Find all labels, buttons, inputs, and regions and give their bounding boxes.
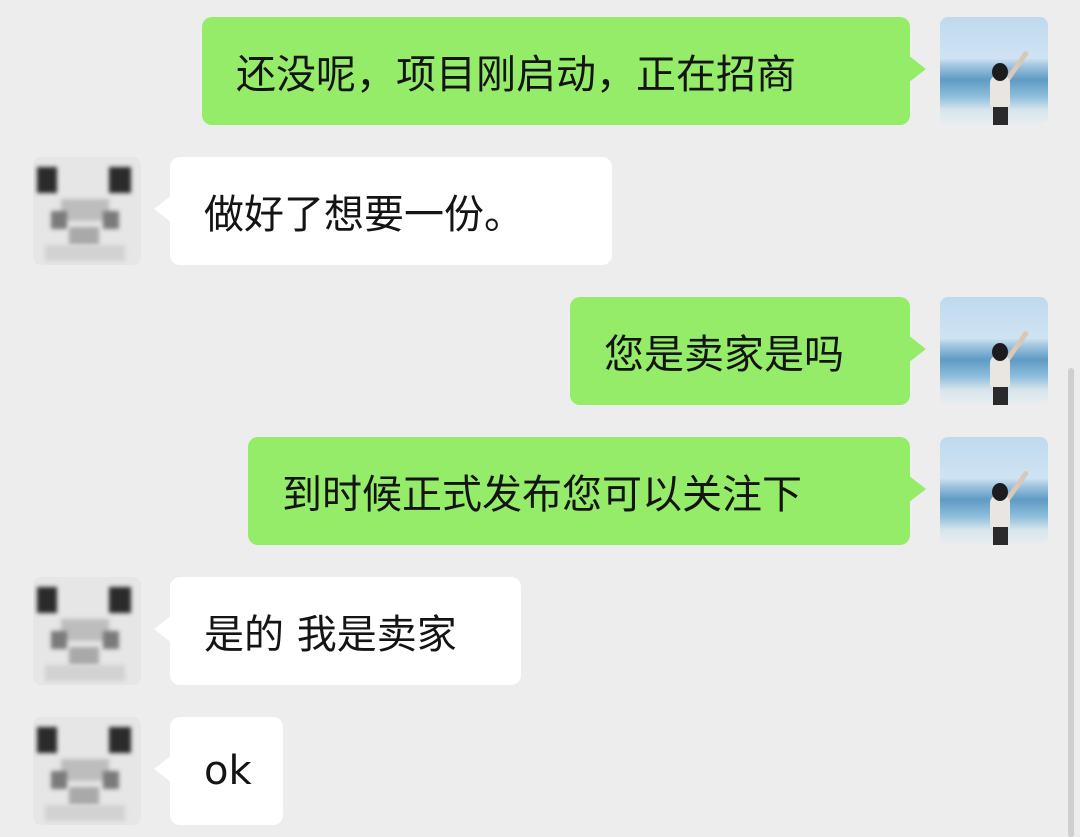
message-row-incoming: ok (0, 717, 1080, 827)
message-text: 您是卖家是吗 (604, 332, 844, 378)
message-row-incoming: 做好了想要一份。 (0, 157, 1080, 267)
message-row-outgoing: 您是卖家是吗 (0, 297, 1080, 407)
message-bubble[interactable]: 是的 我是卖家 (154, 577, 521, 685)
self-avatar[interactable] (940, 297, 1048, 405)
contact-avatar[interactable] (33, 157, 141, 265)
self-avatar[interactable] (940, 437, 1048, 545)
contact-avatar[interactable] (33, 577, 141, 685)
message-text: 做好了想要一份。 (204, 192, 524, 238)
message-text: 还没呢，项目刚启动，正在招商 (236, 52, 796, 98)
chat-message-list[interactable]: 还没呢，项目刚启动，正在招商 做好了想要一份。 您是卖家是吗 到时候正式发布您可… (0, 0, 1080, 837)
message-text: 是的 我是卖家 (204, 612, 457, 658)
message-bubble[interactable]: 到时候正式发布您可以关注下 (248, 437, 926, 545)
self-avatar[interactable] (940, 17, 1048, 125)
scrollbar[interactable] (1068, 368, 1074, 837)
message-text: 到时候正式发布您可以关注下 (282, 472, 802, 518)
message-row-outgoing: 还没呢，项目刚启动，正在招商 (0, 17, 1080, 127)
message-bubble[interactable]: 您是卖家是吗 (570, 297, 926, 405)
contact-avatar[interactable] (33, 717, 141, 825)
message-bubble[interactable]: 做好了想要一份。 (154, 157, 612, 265)
message-row-incoming: 是的 我是卖家 (0, 577, 1080, 687)
message-text: ok (204, 748, 252, 794)
message-row-outgoing: 到时候正式发布您可以关注下 (0, 437, 1080, 547)
message-bubble[interactable]: ok (154, 717, 283, 825)
message-bubble[interactable]: 还没呢，项目刚启动，正在招商 (202, 17, 926, 125)
